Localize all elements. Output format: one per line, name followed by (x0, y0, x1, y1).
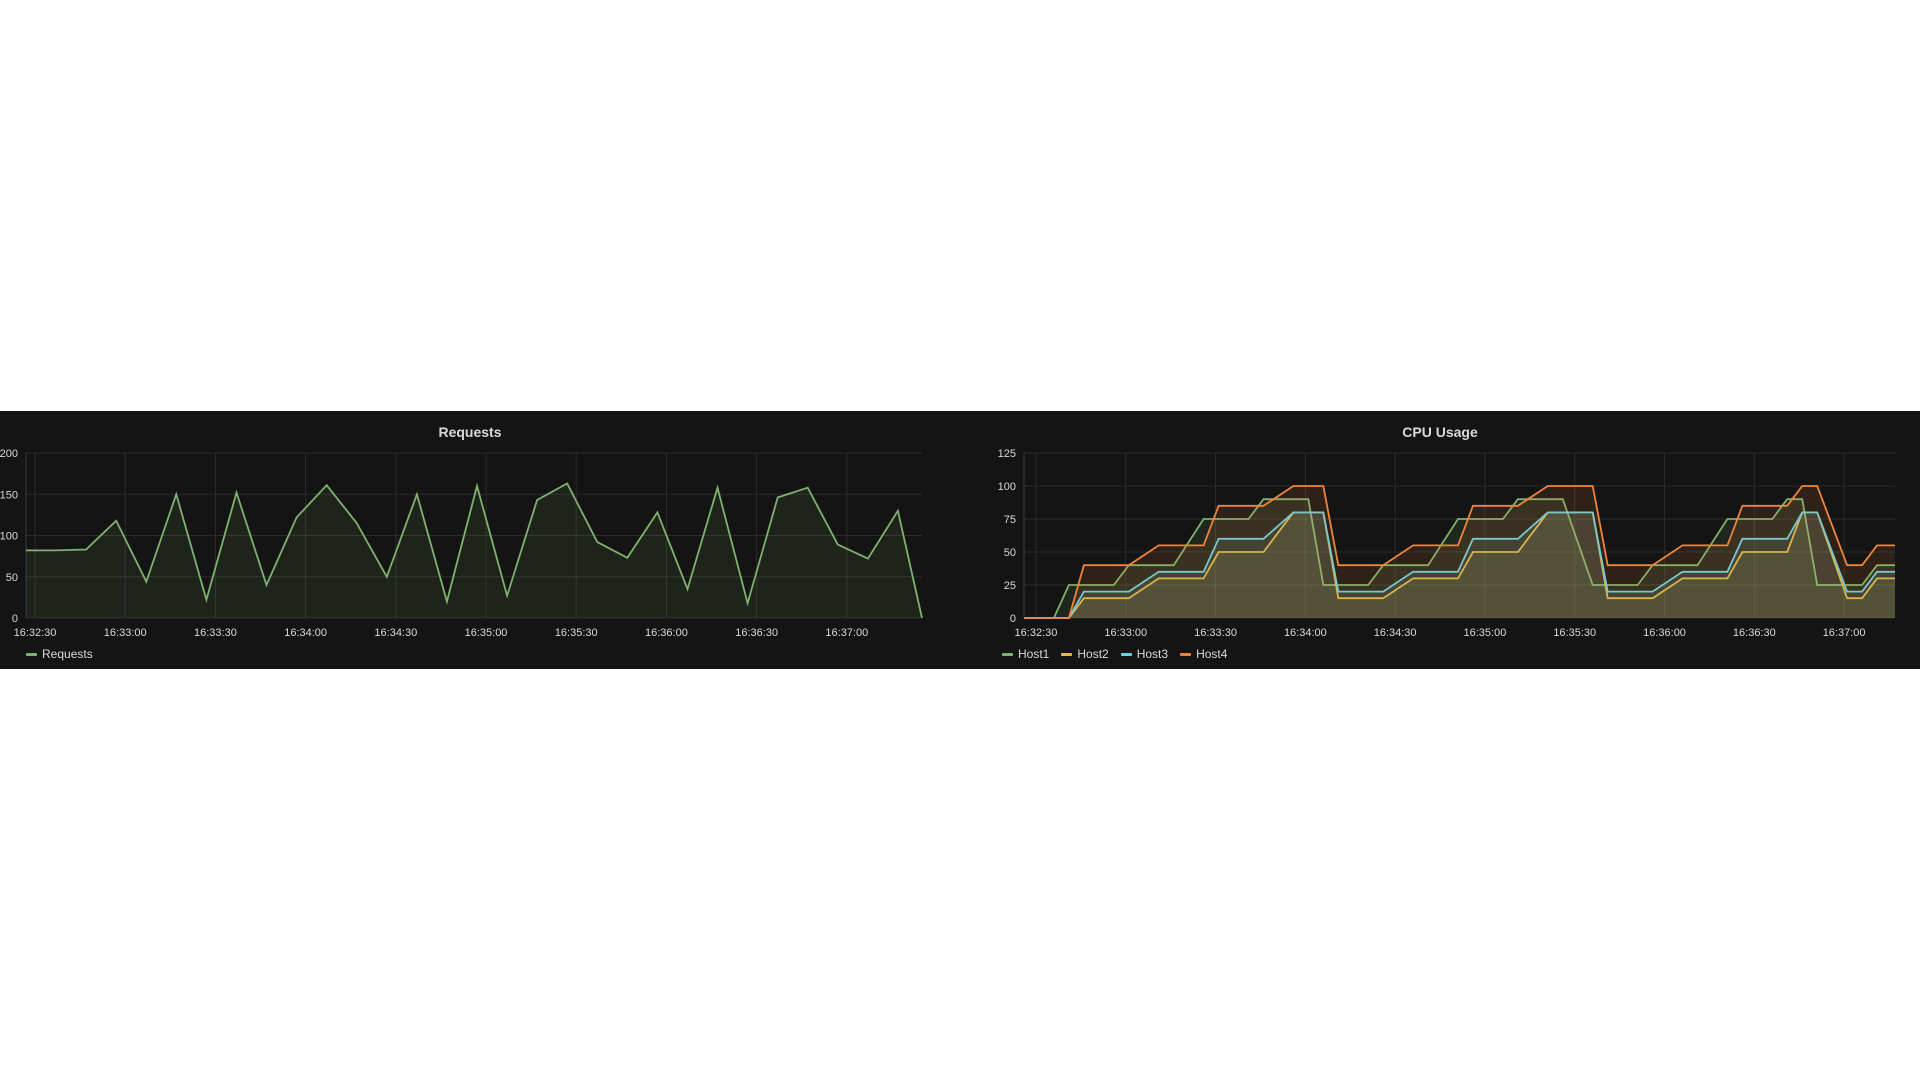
y-tick-label: 0 (1010, 613, 1016, 625)
x-tick-label: 16:34:30 (1374, 627, 1417, 639)
y-tick-label: 75 (1004, 514, 1016, 526)
x-tick-label: 16:33:00 (1104, 627, 1147, 639)
y-tick-label: 50 (1004, 547, 1016, 559)
x-tick-label: 16:36:00 (645, 627, 688, 639)
dashboard-row: Requests 0 50 100 150 200 16:32:30 16:33:00 16:… (0, 411, 1920, 669)
y-tick-label: 200 (0, 448, 18, 460)
x-tick-label: 16:34:00 (1284, 627, 1327, 639)
legend: Host1 Host2 Host3 Host4 (1002, 647, 1227, 661)
y-tick-label: 125 (998, 448, 1016, 460)
y-tick-label: 100 (998, 481, 1016, 493)
x-tick-label: 16:36:30 (1733, 627, 1776, 639)
x-tick-label: 16:35:00 (465, 627, 508, 639)
y-tick-label: 25 (1004, 580, 1016, 592)
legend-item-host3[interactable]: Host3 (1120, 647, 1169, 661)
legend-swatch (1061, 652, 1073, 656)
x-tick-label: 16:33:30 (1194, 627, 1237, 639)
x-tick-label: 16:33:30 (194, 627, 237, 639)
legend-item-requests[interactable]: Requests (26, 647, 93, 661)
cpu-usage-panel: CPU Usage 0 25 50 75 100 125 16:32:30 16:33:00 1… (960, 411, 1920, 669)
x-tick-label: 16:32:30 (1015, 627, 1058, 639)
y-tick-label: 150 (0, 489, 18, 501)
x-tick-label: 16:36:30 (735, 627, 778, 639)
legend-item-host1[interactable]: Host1 (1002, 647, 1049, 661)
x-tick-label: 16:32:30 (14, 627, 57, 639)
x-tick-label: 16:34:30 (374, 627, 417, 639)
legend-item-host2[interactable]: Host2 (1061, 647, 1109, 661)
x-tick-label: 16:35:30 (1553, 627, 1596, 639)
legend-swatch (1120, 652, 1132, 656)
legend-swatch (1180, 652, 1192, 656)
x-tick-label: 16:36:00 (1643, 627, 1686, 639)
requests-chart: 0 50 100 150 200 16:32:30 16:33:00 16:33:30 16:3… (0, 448, 923, 639)
series-area-requests (26, 483, 922, 618)
legend-label: Requests (42, 647, 93, 661)
y-tick-label: 100 (0, 531, 18, 543)
legend: Requests (26, 647, 93, 661)
legend-swatch (1002, 652, 1013, 656)
legend-label: Host1 (1018, 647, 1050, 661)
y-tick-label: 50 (6, 572, 18, 584)
x-tick-label: 16:33:00 (104, 627, 147, 639)
x-tick-label: 16:35:00 (1464, 627, 1507, 639)
cpu-usage-chart: 0 25 50 75 100 125 16:32:30 16:33:00 16:33:30 16:… (998, 448, 1895, 639)
x-tick-label: 16:34:00 (284, 627, 327, 639)
legend-label: Host4 (1196, 647, 1228, 661)
legend-label: Host2 (1077, 647, 1109, 661)
x-tick-label: 16:37:00 (825, 627, 868, 639)
legend-item-host4[interactable]: Host4 (1180, 647, 1227, 661)
requests-panel: Requests 0 50 100 150 200 16:32:30 16:33:00 16:… (0, 411, 940, 669)
y-tick-label: 0 (12, 613, 18, 625)
x-tick-label: 16:35:30 (555, 627, 598, 639)
x-tick-label: 16:37:00 (1823, 627, 1866, 639)
legend-label: Host3 (1136, 647, 1169, 661)
legend-swatch (26, 652, 37, 656)
